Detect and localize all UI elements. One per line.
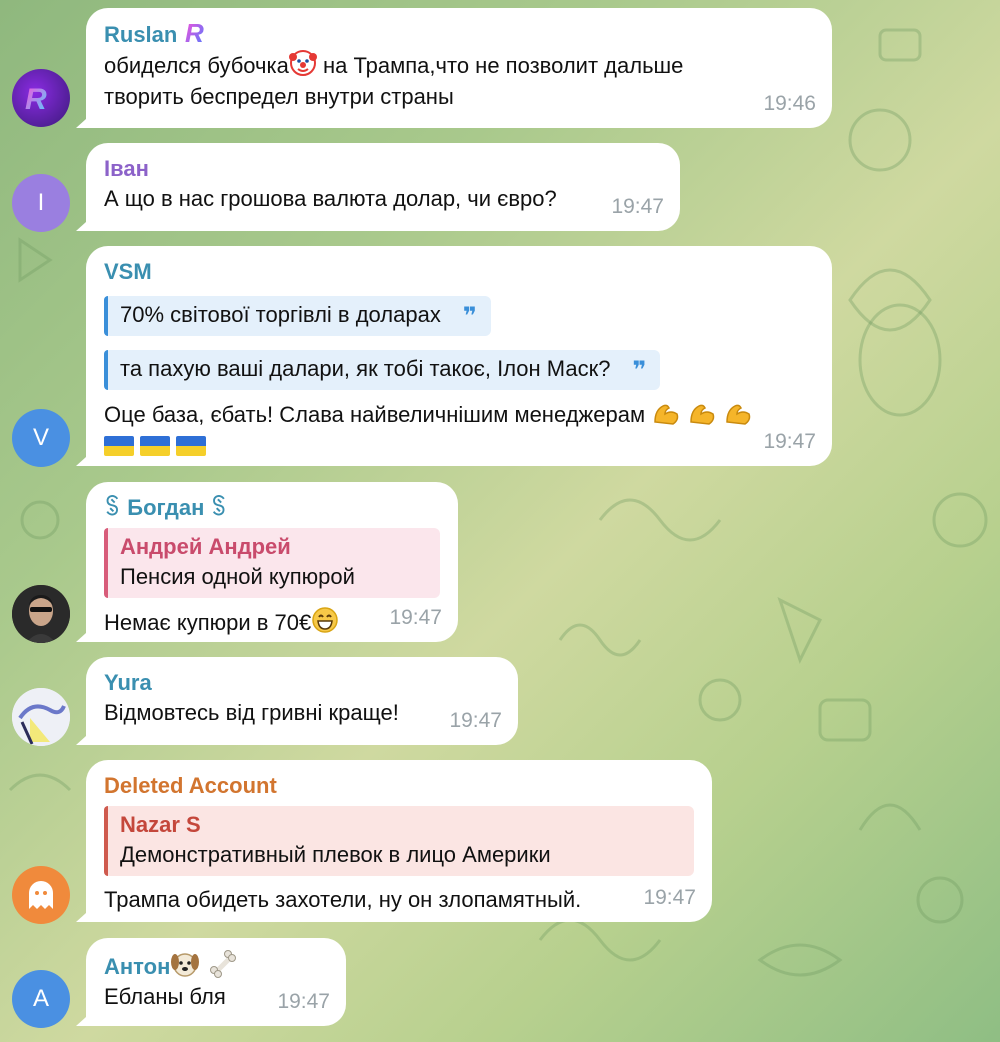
- grinning-face-icon: [312, 607, 338, 633]
- message-bubble: Yura Відмовтесь від гривні краще! 19:47: [86, 657, 518, 745]
- message-time: 19:46: [763, 92, 816, 115]
- message-text-part: Оце база, єбать! Слава найвеличнішим мен…: [104, 402, 652, 427]
- message-bubble: VSM 70% світової торгівлі в доларах ❞ та…: [86, 246, 832, 466]
- reply-block[interactable]: Nazar S Демонстративный плевок в лицо Ам…: [104, 806, 694, 876]
- clown-face-icon: [288, 50, 317, 76]
- avatar[interactable]: [12, 585, 70, 643]
- avatar-letter: R: [25, 83, 47, 115]
- avatar-letter: І: [37, 189, 45, 216]
- message-time: 19:47: [611, 195, 664, 218]
- quote-block[interactable]: та пахую ваші далари, як тобі такоє, Іло…: [104, 350, 661, 390]
- reply-author: Андрей Андрей: [120, 534, 291, 559]
- message-text: А що в нас грошова валюта долар, чи євро…: [104, 186, 557, 211]
- avatar-letter: А: [32, 985, 49, 1012]
- message-text: Відмовтесь від гривні краще!: [104, 700, 399, 725]
- message-time: 19:47: [449, 709, 502, 732]
- bone-icon: [210, 950, 237, 978]
- sender-name[interactable]: Іван: [104, 155, 662, 183]
- message-text: Оце база, єбать! Слава найвеличнішим мен…: [104, 398, 814, 461]
- dog-face-icon: [171, 953, 200, 977]
- ruslan-logo-icon: R: [25, 83, 47, 115]
- sender-name[interactable]: VSM: [104, 258, 814, 286]
- reply-text: Пенсия одной купюрой: [120, 564, 355, 589]
- flexed-biceps-icon: [654, 404, 679, 425]
- quote-block[interactable]: 70% світової торгівлі в доларах ❞: [104, 296, 491, 336]
- quote-text: 70% світової торгівлі в доларах: [120, 302, 441, 327]
- flexed-biceps-icon: [726, 404, 751, 425]
- sender-name[interactable]: Yura: [104, 669, 500, 697]
- message-text-part: обиделся бубочка: [104, 53, 289, 78]
- reply-text: Демонстративный плевок в лицо Америки: [120, 842, 551, 867]
- ukraine-flag-icon: [176, 436, 206, 456]
- avatar[interactable]: V: [12, 409, 70, 467]
- quote-mark-icon: ❞: [462, 303, 477, 330]
- user-photo-icon: [12, 585, 70, 643]
- sender-name[interactable]: Антон: [104, 954, 170, 979]
- message-time: 19:47: [277, 990, 330, 1013]
- message-bubble: Іван А що в нас грошова валюта долар, чи…: [86, 143, 680, 231]
- avatar[interactable]: І: [12, 174, 70, 232]
- avatar[interactable]: R: [12, 69, 70, 127]
- message-text-part: Немає купюри в 70€: [104, 610, 312, 635]
- avatar-letter: V: [32, 424, 49, 451]
- ghost-icon: [29, 881, 53, 909]
- quote-mark-icon: ❞: [632, 357, 647, 384]
- avatar[interactable]: [12, 866, 70, 924]
- ukraine-flag-icon: [104, 436, 134, 456]
- message-text: обиделся бубочка на Трампа,что не позвол…: [104, 49, 814, 112]
- message-time: 19:47: [643, 886, 696, 909]
- flexed-biceps-icon: [690, 404, 715, 425]
- quote-text: та пахую ваші далари, як тобі такоє, Іло…: [120, 356, 611, 381]
- sender-name[interactable]: Ruslan: [104, 22, 177, 47]
- sender-name[interactable]: Deleted Account: [104, 772, 694, 800]
- sender-name[interactable]: ꌗ Богдан ꌗ: [104, 494, 440, 522]
- message-text-part: творить беспредел внутри страны: [104, 84, 454, 109]
- avatar[interactable]: А: [12, 970, 70, 1028]
- sender-badge-icon: R: [185, 18, 204, 48]
- message-time: 19:47: [389, 606, 442, 629]
- message-text-part: на Трампа,что не позволит дальше: [316, 53, 684, 78]
- message-bubble: ꌗ Богдан ꌗ Андрей Андрей Пенсия одной ку…: [86, 482, 458, 642]
- message-bubble: Deleted Account Nazar S Демонстративный …: [86, 760, 712, 922]
- user-photo-icon: [12, 688, 70, 746]
- ukraine-flag-icon: [140, 436, 170, 456]
- message-bubble: Антон Ебланы бля 19:47: [86, 938, 346, 1026]
- reply-author: Nazar S: [120, 812, 201, 837]
- sender-badge-letter: R: [185, 20, 204, 46]
- message-time: 19:47: [763, 430, 816, 453]
- reply-block[interactable]: Андрей Андрей Пенсия одной купюрой: [104, 528, 440, 598]
- message-bubble: Ruslan R обиделся бубочка на Трампа,что …: [86, 8, 832, 128]
- avatar[interactable]: [12, 688, 70, 746]
- message-text: Трампа обидеть захотели, ну он злопамятн…: [104, 887, 582, 912]
